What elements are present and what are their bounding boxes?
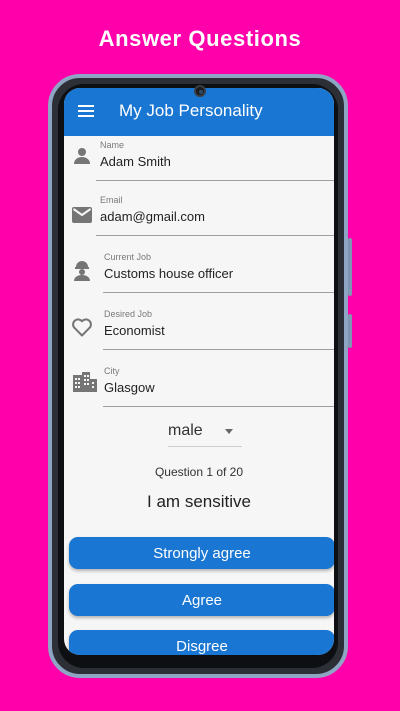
front-camera — [194, 85, 206, 97]
dropdown-arrow-icon — [225, 429, 233, 434]
question-counter: Question 1 of 20 — [154, 465, 244, 479]
email-label: Email — [100, 195, 123, 205]
worker-icon — [70, 258, 94, 282]
desired-job-field[interactable]: Desired Job Economist — [64, 309, 334, 363]
current-job-label: Current Job — [104, 252, 152, 262]
city-icon — [72, 370, 98, 394]
desired-job-label: Desired Job — [104, 309, 153, 319]
gender-value: male — [168, 422, 203, 439]
name-underline — [96, 180, 334, 181]
email-input[interactable]: adam@gmail.com — [100, 209, 205, 224]
strongly-agree-button[interactable]: Strongly agree — [69, 537, 334, 569]
mail-icon — [70, 203, 94, 227]
city-input[interactable]: Glasgow — [104, 380, 155, 395]
city-label: City — [104, 366, 120, 376]
email-underline — [96, 235, 334, 236]
question-text: I am sensitive — [147, 492, 251, 511]
app-screen: My Job Personality Name Adam Smith Email… — [64, 88, 334, 655]
app-title: My Job Personality — [119, 101, 263, 120]
volume-button — [348, 238, 352, 296]
city-underline — [103, 406, 334, 407]
desired-job-underline — [103, 349, 334, 350]
heart-icon — [70, 315, 94, 339]
promo-title: Answer Questions — [98, 26, 302, 51]
name-field[interactable]: Name Adam Smith — [64, 140, 334, 194]
current-job-input[interactable]: Customs house officer — [104, 266, 233, 281]
current-job-field[interactable]: Current Job Customs house officer — [64, 252, 334, 306]
city-field[interactable]: City Glasgow — [64, 366, 334, 420]
name-input[interactable]: Adam Smith — [100, 154, 171, 169]
menu-icon[interactable] — [78, 105, 94, 117]
person-icon — [70, 144, 94, 168]
gender-select[interactable]: male — [168, 418, 242, 447]
agree-button[interactable]: Agree — [69, 584, 334, 616]
disagree-button[interactable]: Disgree — [69, 630, 334, 655]
name-label: Name — [100, 140, 125, 150]
gender-underline — [168, 446, 242, 447]
power-button — [348, 314, 352, 348]
current-job-underline — [103, 292, 334, 293]
desired-job-input[interactable]: Economist — [104, 323, 165, 338]
email-field[interactable]: Email adam@gmail.com — [64, 195, 334, 249]
